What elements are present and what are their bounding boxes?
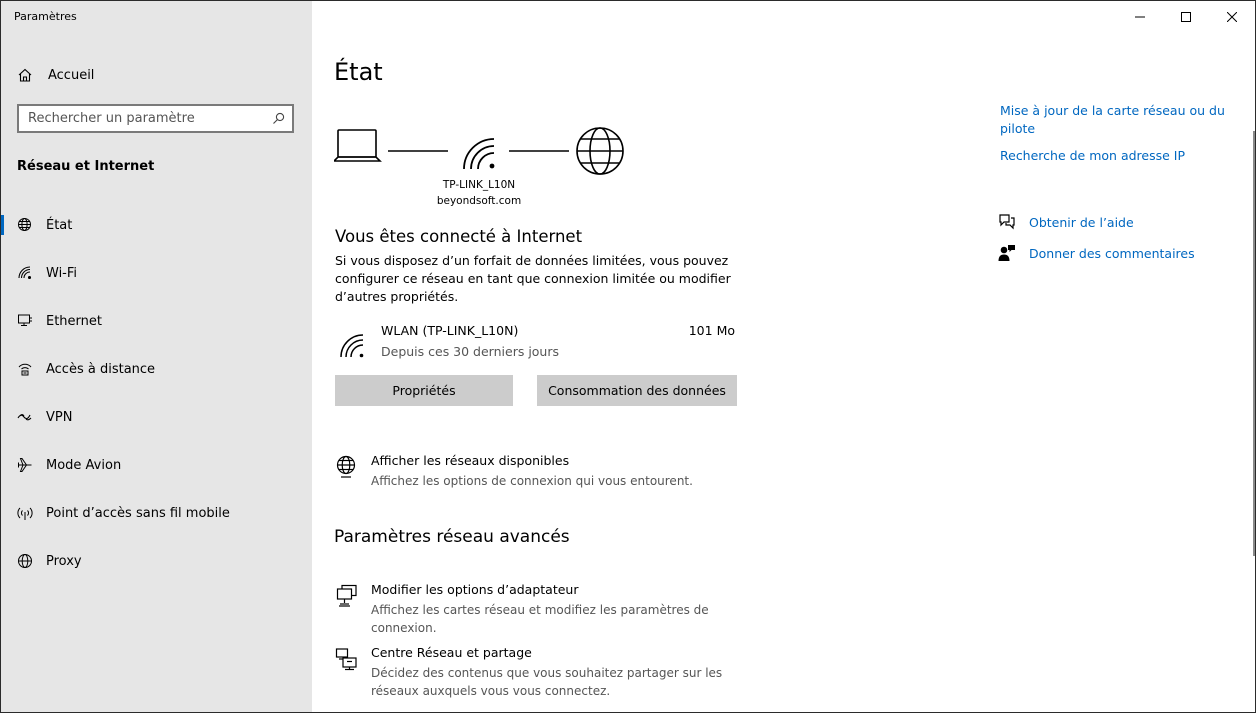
sidebar-item-label: Proxy — [46, 553, 82, 569]
connection-period: Depuis ces 30 derniers jours — [381, 344, 560, 359]
scrollbar[interactable] — [1253, 131, 1255, 556]
search-input[interactable]: Rechercher un paramètre — [28, 111, 271, 126]
get-help-link[interactable]: Obtenir de l’aide — [998, 213, 1134, 231]
advanced-heading: Paramètres réseau avancés — [334, 527, 570, 547]
sharing-center-icon — [335, 648, 357, 671]
close-button[interactable] — [1209, 1, 1255, 33]
hotspot-icon — [17, 505, 33, 521]
close-icon — [1227, 12, 1237, 22]
sidebar-item-label: Point d’accès sans fil mobile — [46, 505, 230, 521]
app-title: Paramètres — [14, 10, 77, 23]
get-help-label[interactable]: Obtenir de l’aide — [1029, 215, 1134, 230]
internet-globe-icon — [576, 127, 624, 175]
connection-entry: WLAN (TP-LINK_L10N) Depuis ces 30 dernie… — [335, 323, 737, 367]
adapter-options-title: Modifier les options d’adaptateur — [371, 582, 579, 597]
sidebar-item-ethernet[interactable]: Ethernet — [1, 297, 312, 345]
minimize-button[interactable] — [1117, 1, 1163, 33]
connection-data-usage: 101 Mo — [688, 323, 735, 338]
laptop-icon — [334, 129, 382, 162]
wifi-icon — [17, 265, 33, 281]
sidebar-item-label: Accès à distance — [46, 361, 156, 377]
ethernet-icon — [17, 313, 33, 329]
sidebar-item-vpn[interactable]: VPN — [1, 393, 312, 441]
sidebar: Paramètres Accueil Rechercher un paramèt… — [1, 1, 312, 712]
sidebar-item-label: VPN — [46, 409, 73, 425]
minimize-icon — [1135, 16, 1145, 18]
sidebar-item-label: Mode Avion — [46, 457, 122, 473]
search-icon[interactable] — [271, 112, 285, 126]
sidebar-item-label: Wi-Fi — [46, 265, 78, 281]
home-label: Accueil — [48, 67, 95, 83]
network-domain: beyondsoft.com — [436, 195, 522, 207]
sidebar-item-label: État — [46, 217, 73, 233]
maximize-icon — [1181, 12, 1191, 22]
wifi-connection-icon — [340, 334, 364, 358]
home-icon — [17, 67, 33, 83]
feedback-person-icon — [998, 244, 1016, 262]
sharing-center-title: Centre Réseau et partage — [371, 645, 532, 660]
sidebar-item-label: Ethernet — [46, 313, 102, 329]
update-adapter-driver-link[interactable]: Mise à jour de la carte réseau ou du pil… — [1000, 102, 1240, 138]
proxy-globe-icon — [17, 553, 33, 569]
sidebar-item-mode-avion[interactable]: Mode Avion — [1, 441, 312, 489]
sidebar-nav: État Wi-Fi Ethernet Accès à distance VPN… — [1, 201, 312, 585]
vpn-icon — [17, 409, 33, 425]
sidebar-item-proxy[interactable]: Proxy — [1, 537, 312, 585]
adapter-icon — [336, 584, 357, 607]
status-heading: Vous êtes connecté à Internet — [335, 227, 583, 246]
data-usage-button[interactable]: Consommation des données — [537, 375, 737, 406]
globe-network-icon — [336, 455, 356, 478]
network-ssid: TP-LINK_L10N — [442, 179, 516, 191]
main-content: État TP-LINK_L10N beyondsoft.com Vous êt… — [312, 1, 1255, 712]
sharing-center-desc: Décidez des contenus que vous souhaitez … — [371, 666, 723, 698]
selected-indicator — [1, 215, 4, 235]
network-sharing-center-link[interactable]: Centre Réseau et partage Décidez des con… — [335, 645, 775, 701]
sidebar-item-acces-distance[interactable]: Accès à distance — [1, 345, 312, 393]
give-feedback-link[interactable]: Donner des commentaires — [998, 244, 1195, 262]
section-title: Réseau et Internet — [17, 159, 155, 174]
show-networks-link[interactable]: Afficher les réseaux disponibles Affiche… — [335, 453, 775, 493]
window-controls — [1117, 1, 1255, 33]
airplane-icon — [17, 457, 33, 473]
home-link[interactable]: Accueil — [17, 65, 94, 85]
adapter-options-desc: Affichez les cartes réseau et modifiez l… — [371, 603, 709, 635]
globe-icon — [17, 217, 33, 233]
show-networks-desc: Affichez les options de connexion qui vo… — [371, 474, 693, 488]
find-ip-address-link[interactable]: Recherche de mon adresse IP — [1000, 147, 1185, 165]
dialup-icon — [17, 361, 33, 377]
status-description: Si vous disposez d’un forfait de données… — [335, 253, 731, 304]
properties-button[interactable]: Propriétés — [335, 375, 513, 406]
maximize-button[interactable] — [1163, 1, 1209, 33]
sidebar-item-point-acces[interactable]: Point d’accès sans fil mobile — [1, 489, 312, 537]
settings-window: Paramètres Accueil Rechercher un paramèt… — [0, 0, 1256, 713]
help-chat-icon — [998, 213, 1016, 231]
adapter-options-link[interactable]: Modifier les options d’adaptateur Affich… — [335, 582, 775, 635]
sidebar-item-etat[interactable]: État — [1, 201, 312, 249]
connection-name: WLAN (TP-LINK_L10N) — [381, 323, 519, 338]
search-box[interactable]: Rechercher un paramètre — [17, 104, 294, 133]
wifi-signal-icon — [463, 138, 495, 170]
sidebar-item-wifi[interactable]: Wi-Fi — [1, 249, 312, 297]
give-feedback-label[interactable]: Donner des commentaires — [1029, 246, 1195, 261]
page-title: État — [334, 58, 383, 86]
show-networks-title: Afficher les réseaux disponibles — [371, 453, 570, 468]
